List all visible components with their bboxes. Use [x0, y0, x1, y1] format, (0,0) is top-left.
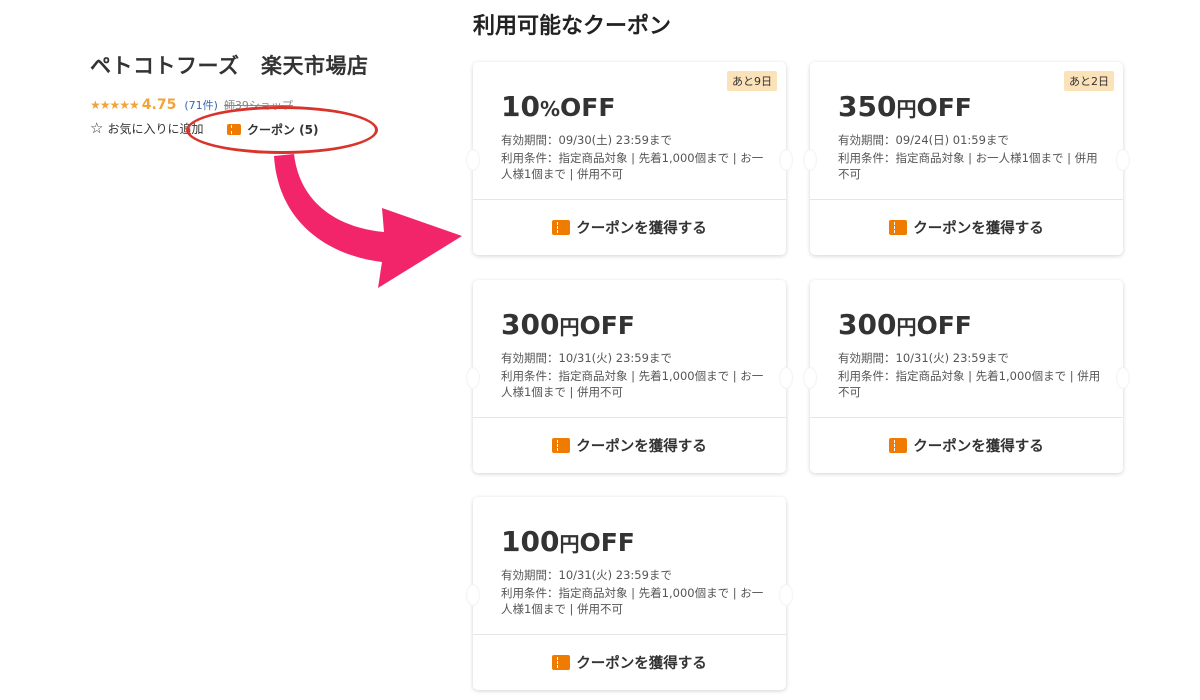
page-title: 利用可能なクーポン [473, 14, 672, 39]
coupon-discount: 350円OFF [838, 90, 972, 123]
discount-unit: 円 [896, 315, 917, 339]
discount-unit: 円 [559, 532, 580, 556]
coupon-validity: 有効期間：09/24(日) 01:59まで [838, 133, 1009, 147]
discount-value: 350 [838, 90, 897, 123]
coupon-card: 100円OFF 有効期間：10/31(火) 23:59まで 利用条件：指定商品対… [466, 497, 793, 690]
coupon-conditions: 利用条件：指定商品対象 | お一人様1個まで | 併用不可 [838, 151, 1098, 181]
discount-value: 100 [501, 525, 560, 558]
review-count-link[interactable]: (71件) [184, 97, 218, 113]
coupon-ticket-icon [552, 655, 571, 670]
coupon-card: あと9日 10%OFF 有効期間：09/30(土) 23:59まで 利用条件：指… [466, 62, 793, 255]
discount-value: 10 [501, 90, 540, 123]
rating-score: 4.75 [141, 97, 177, 113]
days-left-badge: あと2日 [1064, 71, 1114, 91]
discount-off: OFF [579, 528, 635, 557]
rating-stars-icon: ★★★★★ [90, 98, 140, 112]
coupon-conditions: 利用条件：指定商品対象 | 先着1,000個まで | 併用不可 [838, 369, 1101, 399]
coupon-conditions: 利用条件：指定商品対象 | 先着1,000個まで | お一人様1個まで | 併用… [501, 151, 764, 181]
coupon-card: あと2日 350円OFF 有効期間：09/24(日) 01:59まで 利用条件：… [803, 62, 1130, 255]
discount-value: 300 [838, 308, 897, 341]
coupon-discount: 10%OFF [501, 90, 615, 123]
discount-off: OFF [560, 93, 616, 122]
coupon-ticket-icon [552, 438, 571, 453]
get-coupon-button[interactable]: クーポンを獲得する [473, 635, 786, 690]
days-left-badge: あと9日 [727, 71, 777, 91]
discount-unit: % [539, 97, 561, 121]
get-coupon-button[interactable]: クーポンを獲得する [473, 418, 786, 473]
pointer-arrow-icon [274, 154, 462, 288]
coupon-ticket-icon [889, 438, 908, 453]
discount-off: OFF [916, 311, 972, 340]
get-coupon-button[interactable]: クーポンを獲得する [810, 200, 1123, 255]
coupon-discount: 100円OFF [501, 525, 635, 558]
coupon-discount: 300円OFF [501, 308, 635, 341]
get-coupon-label: クーポンを獲得する [576, 221, 707, 237]
coupon-conditions: 利用条件：指定商品対象 | 先着1,000個まで | お一人様1個まで | 併用… [501, 369, 764, 399]
discount-off: OFF [579, 311, 635, 340]
coupon-discount: 300円OFF [838, 308, 972, 341]
get-coupon-label: クーポンを獲得する [576, 656, 707, 672]
coupon-validity: 有効期間：10/31(火) 23:59まで [501, 568, 672, 582]
coupon-ticket-icon [889, 220, 908, 235]
coupon-validity: 有効期間：10/31(火) 23:59まで [838, 351, 1009, 365]
favorite-star-icon: ☆ [90, 119, 104, 137]
discount-value: 300 [501, 308, 560, 341]
shop-name[interactable]: ペトコトフーズ 楽天市場店 [90, 50, 368, 80]
highlight-ellipse [186, 106, 378, 154]
get-coupon-label: クーポンを獲得する [913, 439, 1044, 455]
get-coupon-label: クーポンを獲得する [913, 221, 1044, 237]
coupon-conditions: 利用条件：指定商品対象 | 先着1,000個まで | お一人様1個まで | 併用… [501, 586, 764, 616]
coupon-validity: 有効期間：09/30(土) 23:59まで [501, 133, 672, 147]
get-coupon-button[interactable]: クーポンを獲得する [810, 418, 1123, 473]
get-coupon-button[interactable]: クーポンを獲得する [473, 200, 786, 255]
coupon-ticket-icon [552, 220, 571, 235]
coupon-card: 300円OFF 有効期間：10/31(火) 23:59まで 利用条件：指定商品対… [466, 280, 793, 473]
discount-off: OFF [916, 93, 972, 122]
discount-unit: 円 [896, 97, 917, 121]
get-coupon-label: クーポンを獲得する [576, 439, 707, 455]
coupon-validity: 有効期間：10/31(火) 23:59まで [501, 351, 672, 365]
coupon-card: 300円OFF 有効期間：10/31(火) 23:59まで 利用条件：指定商品対… [803, 280, 1130, 473]
discount-unit: 円 [559, 315, 580, 339]
